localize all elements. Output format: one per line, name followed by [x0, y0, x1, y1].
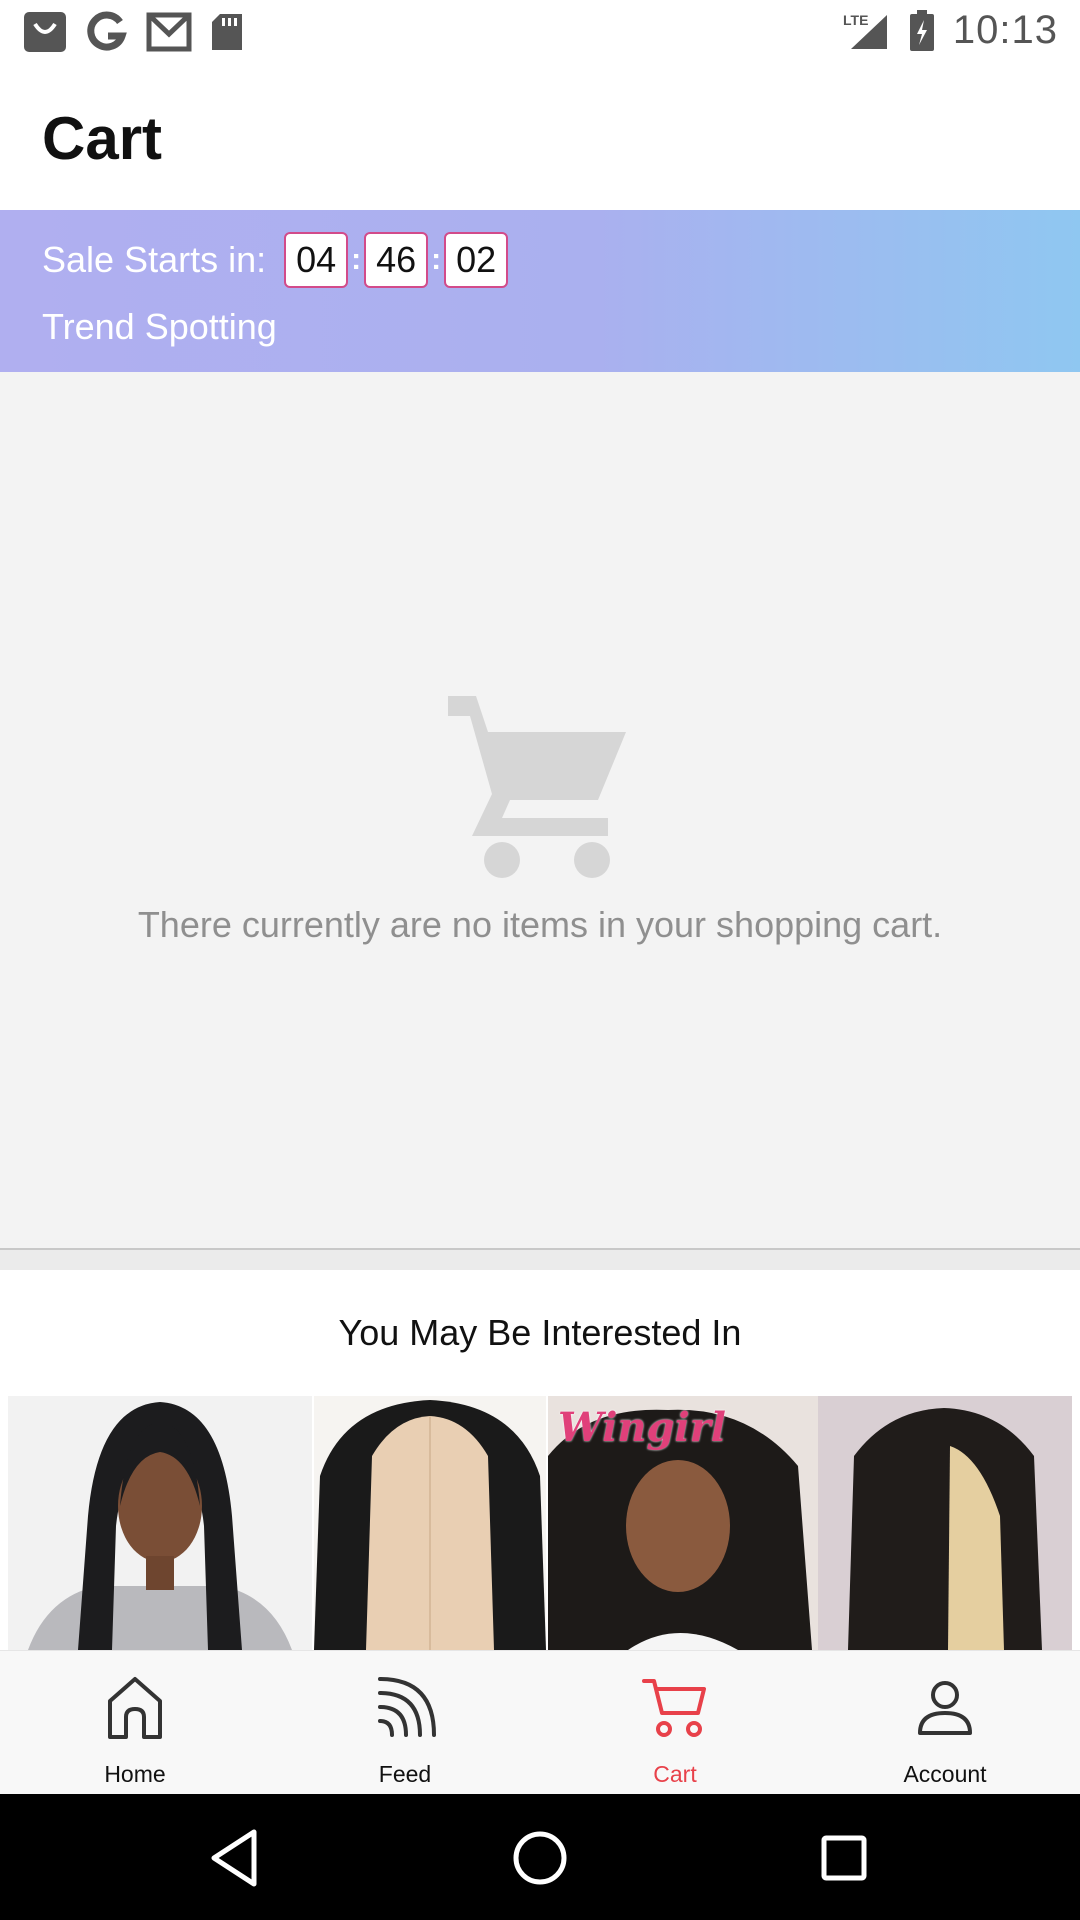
- battery-icon: [909, 9, 934, 51]
- empty-cart-message: There currently are no items in your sho…: [137, 904, 943, 945]
- countdown-minutes: 46: [364, 232, 429, 288]
- svg-text:LTE: LTE: [843, 12, 868, 28]
- google-icon: [87, 11, 127, 51]
- countdown-separator: :: [431, 243, 442, 276]
- sale-countdown-row: Sale Starts in: 04 : 46 : 02: [42, 232, 509, 288]
- nav-label: Cart: [653, 1761, 697, 1787]
- countdown-hours: 04: [284, 232, 349, 288]
- banner-subtitle: Trend Spotting: [42, 306, 277, 347]
- account-icon: [918, 1681, 972, 1735]
- brand-logo-text: Wingirl: [558, 1404, 726, 1451]
- gmail-icon: [146, 12, 192, 52]
- home-circle-icon[interactable]: [508, 1826, 572, 1890]
- product-card[interactable]: Wingirl: [548, 1396, 1072, 1650]
- shopping-cart-icon: [448, 696, 626, 878]
- system-navigation-bar: [0, 1794, 1080, 1920]
- nav-feed[interactable]: Feed: [270, 1651, 540, 1794]
- nav-label: Home: [104, 1761, 166, 1787]
- bottom-navigation: Home Feed Cart Account: [0, 1650, 1080, 1794]
- empty-cart-state: There currently are no items in your sho…: [0, 372, 1080, 1248]
- product-image: [8, 1396, 312, 1650]
- nav-label: Feed: [378, 1761, 432, 1787]
- sale-banner[interactable]: Sale Starts in: 04 : 46 : 02 Trend Spott…: [0, 210, 1080, 372]
- recommendations-carousel[interactable]: Wingirl: [0, 1396, 1080, 1650]
- recommendations-title: You May Be Interested In: [338, 1312, 742, 1353]
- sd-card-icon: [212, 14, 242, 50]
- section-divider: [0, 1248, 1080, 1270]
- sale-label: Sale Starts in:: [42, 239, 267, 280]
- countdown-seconds: 02: [444, 232, 509, 288]
- countdown-separator: :: [351, 243, 362, 276]
- status-bar: LTE 10:13: [0, 0, 1080, 66]
- product-card[interactable]: [8, 1396, 312, 1650]
- app-header: Cart: [0, 66, 1080, 210]
- notification-icons: [22, 10, 244, 54]
- lte-signal-icon: LTE: [843, 12, 887, 49]
- recents-icon[interactable]: [812, 1826, 876, 1890]
- nav-cart[interactable]: Cart: [540, 1651, 810, 1794]
- nav-home[interactable]: Home: [0, 1651, 270, 1794]
- system-status: LTE 10:13: [841, 8, 1058, 53]
- nav-label: Account: [903, 1761, 987, 1787]
- shopping-bag-icon: [24, 12, 66, 52]
- product-card[interactable]: [314, 1396, 546, 1650]
- recommendations-section: You May Be Interested In Wingirl: [0, 1270, 1080, 1650]
- cart-icon: [642, 1679, 706, 1737]
- clock: 10:13: [952, 8, 1058, 52]
- product-image: [314, 1396, 546, 1650]
- back-icon[interactable]: [204, 1826, 268, 1890]
- feed-icon: [378, 1677, 436, 1737]
- page-title: Cart: [42, 105, 163, 172]
- nav-account[interactable]: Account: [810, 1651, 1080, 1794]
- home-icon: [108, 1677, 162, 1739]
